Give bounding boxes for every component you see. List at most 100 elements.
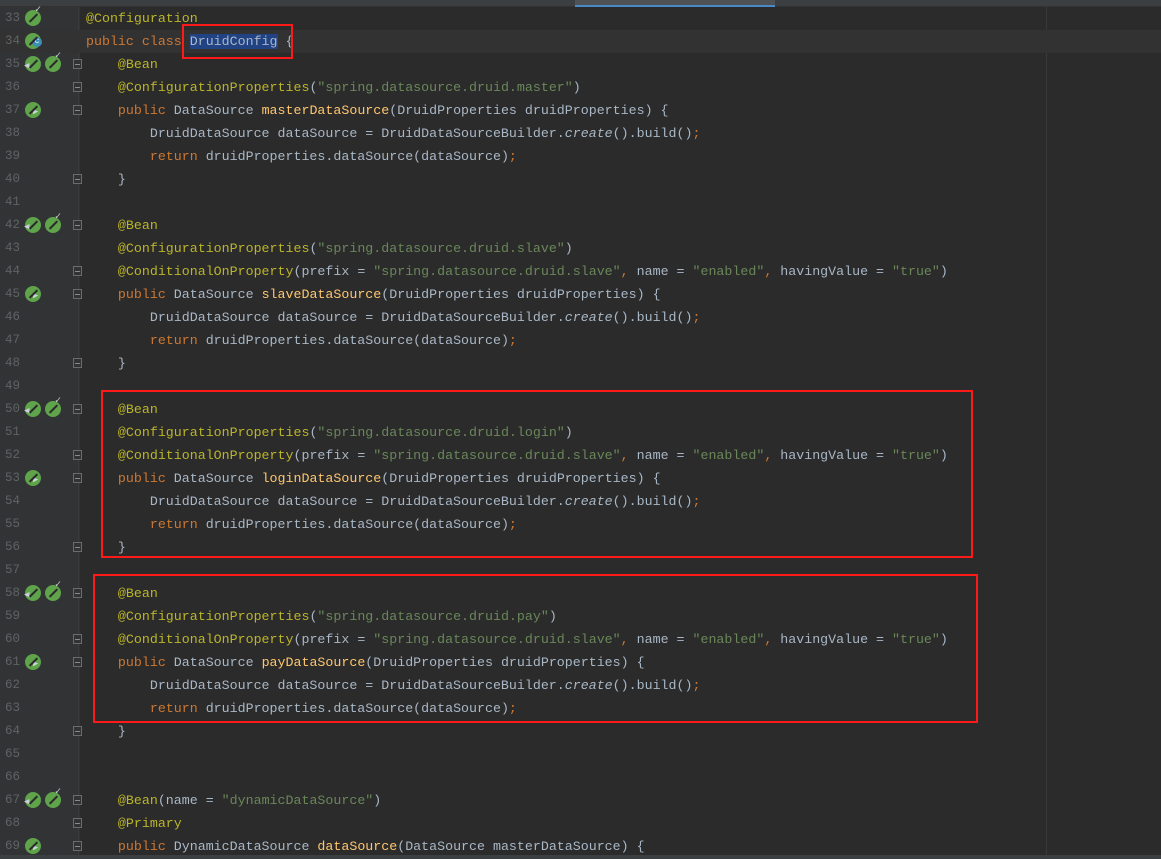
bean-right-icon[interactable]	[25, 470, 41, 486]
bean-left-icon[interactable]	[24, 792, 41, 808]
code-line[interactable]: 50 @Bean	[0, 395, 1161, 421]
code-line[interactable]: 33 @Configuration	[0, 4, 1161, 30]
fold-marker-icon[interactable]	[73, 82, 82, 92]
code-token: )	[939, 448, 948, 463]
code-line[interactable]: 57	[0, 559, 1161, 582]
code-text: public DataSource loginDataSource(DruidP…	[86, 467, 661, 490]
line-number: 40	[4, 172, 20, 186]
code-line[interactable]: 63 return druidProperties.dataSource(dat…	[0, 697, 1161, 720]
code-text: @ConfigurationProperties("spring.datasou…	[86, 76, 581, 99]
fold-marker-icon[interactable]	[73, 266, 82, 276]
horizontal-scrollbar[interactable]	[0, 855, 1161, 859]
code-line[interactable]: 46 DruidDataSource dataSource = DruidDat…	[0, 306, 1161, 329]
code-token: @Configuration	[86, 11, 198, 26]
code-line[interactable]: 36 @ConfigurationProperties("spring.data…	[0, 76, 1161, 99]
bean-check-icon[interactable]	[45, 579, 61, 601]
fold-marker-icon[interactable]	[73, 634, 82, 644]
code-line[interactable]: 47 return druidProperties.dataSource(dat…	[0, 329, 1161, 352]
code-line[interactable]: 52 @ConditionalOnProperty(prefix = "spri…	[0, 444, 1161, 467]
fold-marker-icon[interactable]	[73, 450, 82, 460]
bean-check-icon[interactable]	[45, 786, 61, 808]
line-number: 42	[4, 218, 20, 232]
code-line[interactable]: 59 @ConfigurationProperties("spring.data…	[0, 605, 1161, 628]
line-number: 38	[4, 126, 20, 140]
code-line[interactable]: 40 }	[0, 168, 1161, 191]
fold-marker-icon[interactable]	[73, 726, 82, 736]
editor-tab-strip[interactable]	[0, 0, 1161, 7]
fold-marker-icon[interactable]	[73, 59, 82, 69]
fold-marker-icon[interactable]	[73, 289, 82, 299]
code-line[interactable]: 68 @Primary	[0, 812, 1161, 835]
code-line[interactable]: 54 DruidDataSource dataSource = DruidDat…	[0, 490, 1161, 513]
code-token: @ConditionalOnProperty	[117, 632, 294, 647]
code-line[interactable]: 61 public DataSource payDataSource(Druid…	[0, 651, 1161, 674]
fold-marker-icon[interactable]	[73, 818, 82, 828]
code-line[interactable]: 39 return druidProperties.dataSource(dat…	[0, 145, 1161, 168]
code-line[interactable]: 56 }	[0, 536, 1161, 559]
bean-check-icon[interactable]	[25, 4, 41, 26]
code-line[interactable]: 42 @Bean	[0, 211, 1161, 237]
code-line[interactable]: 37 public DataSource masterDataSource(Dr…	[0, 99, 1161, 122]
code-token: (DruidProperties druidProperties) {	[381, 471, 661, 486]
fold-marker-icon[interactable]	[73, 473, 82, 483]
bean-class-icon[interactable]	[25, 33, 42, 49]
code-line[interactable]: 41	[0, 191, 1161, 214]
code-line[interactable]: 66	[0, 766, 1161, 789]
code-line[interactable]: 48 }	[0, 352, 1161, 375]
code-token: DataSource	[173, 655, 262, 670]
bean-right-icon[interactable]	[25, 286, 41, 302]
code-token: @ConditionalOnProperty	[117, 448, 294, 463]
code-line[interactable]: 51 @ConfigurationProperties("spring.data…	[0, 421, 1161, 444]
line-number: 44	[4, 264, 20, 278]
bean-check-icon[interactable]	[45, 50, 61, 72]
code-token: public	[117, 287, 174, 302]
code-token: public	[117, 839, 174, 854]
fold-marker-icon[interactable]	[73, 220, 82, 230]
code-token: slaveDataSource	[261, 287, 382, 302]
fold-marker-icon[interactable]	[73, 795, 82, 805]
code-line[interactable]: 67 @Bean(name = "dynamicDataSource")	[0, 786, 1161, 812]
bean-right-icon[interactable]	[25, 654, 41, 670]
code-line[interactable]: 45 public DataSource slaveDataSource(Dru…	[0, 283, 1161, 306]
fold-marker-icon[interactable]	[73, 404, 82, 414]
code-line[interactable]: 60 @ConditionalOnProperty(prefix = "spri…	[0, 628, 1161, 651]
bean-right-icon[interactable]	[25, 102, 41, 118]
active-tab[interactable]	[575, 0, 775, 7]
fold-marker-icon[interactable]	[73, 588, 82, 598]
fold-marker-icon[interactable]	[73, 542, 82, 552]
code-line[interactable]: 65	[0, 743, 1161, 766]
selected-text: DruidConfig	[189, 34, 278, 49]
code-token: {	[277, 34, 294, 49]
fold-marker-icon[interactable]	[73, 657, 82, 667]
code-line[interactable]: 64 }	[0, 720, 1161, 743]
bean-right-icon[interactable]	[25, 838, 41, 854]
code-line[interactable]: 53 public DataSource loginDataSource(Dru…	[0, 467, 1161, 490]
bean-check-icon[interactable]	[45, 395, 61, 417]
fold-marker-icon[interactable]	[73, 174, 82, 184]
fold-marker-icon[interactable]	[73, 105, 82, 115]
bean-left-icon[interactable]	[24, 56, 41, 72]
code-token: "spring.datasource.druid.slave"	[373, 448, 621, 463]
bean-left-icon[interactable]	[24, 217, 41, 233]
code-token: public	[117, 471, 174, 486]
code-token: @Bean	[117, 57, 158, 72]
code-line[interactable]: 49	[0, 375, 1161, 398]
code-token: DruidDataSource dataSource = DruidDataSo…	[86, 310, 565, 325]
code-line[interactable]: 58 @Bean	[0, 579, 1161, 605]
code-line[interactable]: 34 public class DruidConfig {	[0, 30, 1161, 53]
code-line[interactable]: 38 DruidDataSource dataSource = DruidDat…	[0, 122, 1161, 145]
code-line[interactable]: 43 @ConfigurationProperties("spring.data…	[0, 237, 1161, 260]
bean-left-icon[interactable]	[24, 585, 41, 601]
code-token: )	[939, 632, 948, 647]
code-line[interactable]: 62 DruidDataSource dataSource = DruidDat…	[0, 674, 1161, 697]
bean-check-icon[interactable]	[45, 211, 61, 233]
code-line[interactable]: 44 @ConditionalOnProperty(prefix = "spri…	[0, 260, 1161, 283]
bean-left-icon[interactable]	[24, 401, 41, 417]
code-line[interactable]: 55 return druidProperties.dataSource(dat…	[0, 513, 1161, 536]
fold-marker-icon[interactable]	[73, 841, 82, 851]
code-line[interactable]: 35 @Bean	[0, 50, 1161, 76]
fold-marker-icon[interactable]	[73, 358, 82, 368]
